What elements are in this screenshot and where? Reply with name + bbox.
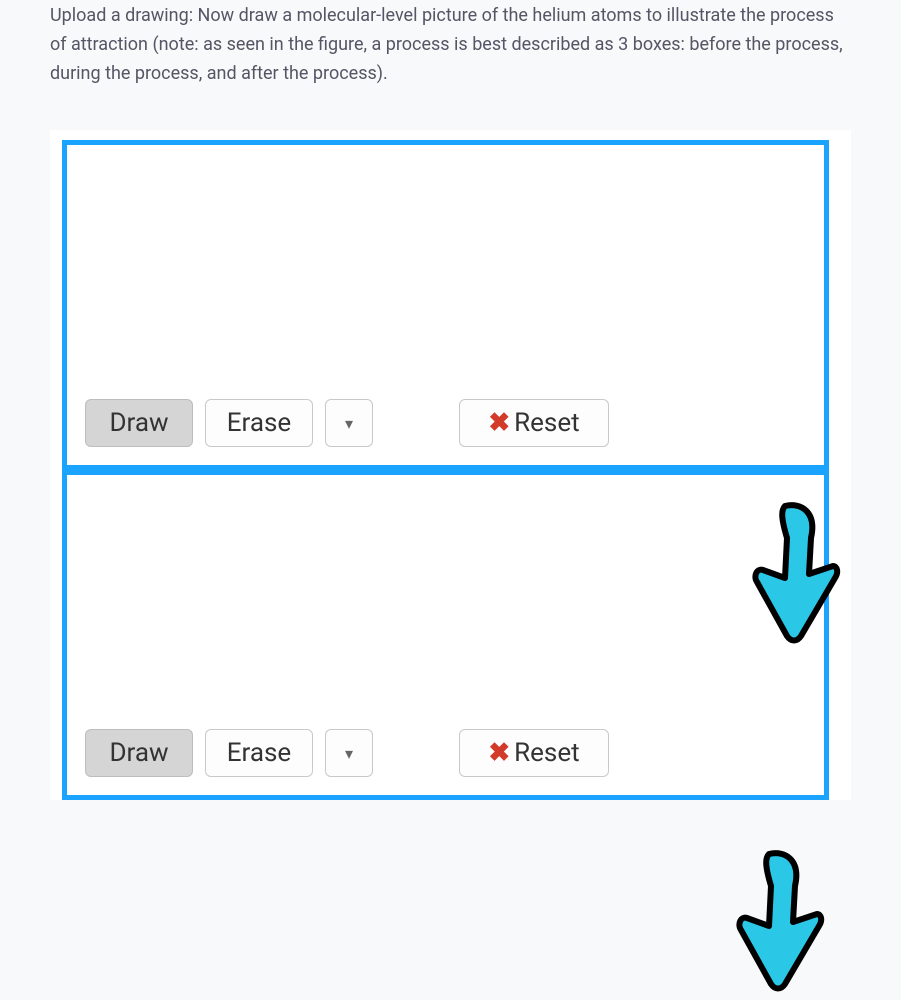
reset-button[interactable]: ✖ Reset [459,729,609,777]
erase-dropdown-button[interactable]: ▾ [325,399,373,447]
erase-dropdown-button[interactable]: ▾ [325,729,373,777]
reset-label: Reset [514,408,580,438]
chevron-down-icon: ▾ [345,414,353,433]
erase-button[interactable]: Erase [205,399,313,447]
down-arrow-icon [751,498,841,648]
draw-panel-1[interactable]: Draw Erase ▾ ✖ Reset [62,140,829,470]
close-x-icon: ✖ [488,740,510,766]
chevron-down-icon: ▾ [345,744,353,763]
toolbar-1: Draw Erase ▾ ✖ Reset [85,399,609,447]
toolbar-2: Draw Erase ▾ ✖ Reset [85,729,609,777]
canvas-area: Draw Erase ▾ ✖ Reset Draw Erase ▾ [50,130,851,800]
instruction-text: Upload a drawing: Now draw a molecular-l… [50,0,851,88]
erase-button[interactable]: Erase [205,729,313,777]
draw-button[interactable]: Draw [85,399,193,447]
close-x-icon: ✖ [488,410,510,436]
draw-button[interactable]: Draw [85,729,193,777]
reset-label: Reset [514,738,580,768]
draw-panel-2[interactable]: Draw Erase ▾ ✖ Reset [62,470,829,800]
down-arrow-icon [735,846,825,996]
reset-button[interactable]: ✖ Reset [459,399,609,447]
